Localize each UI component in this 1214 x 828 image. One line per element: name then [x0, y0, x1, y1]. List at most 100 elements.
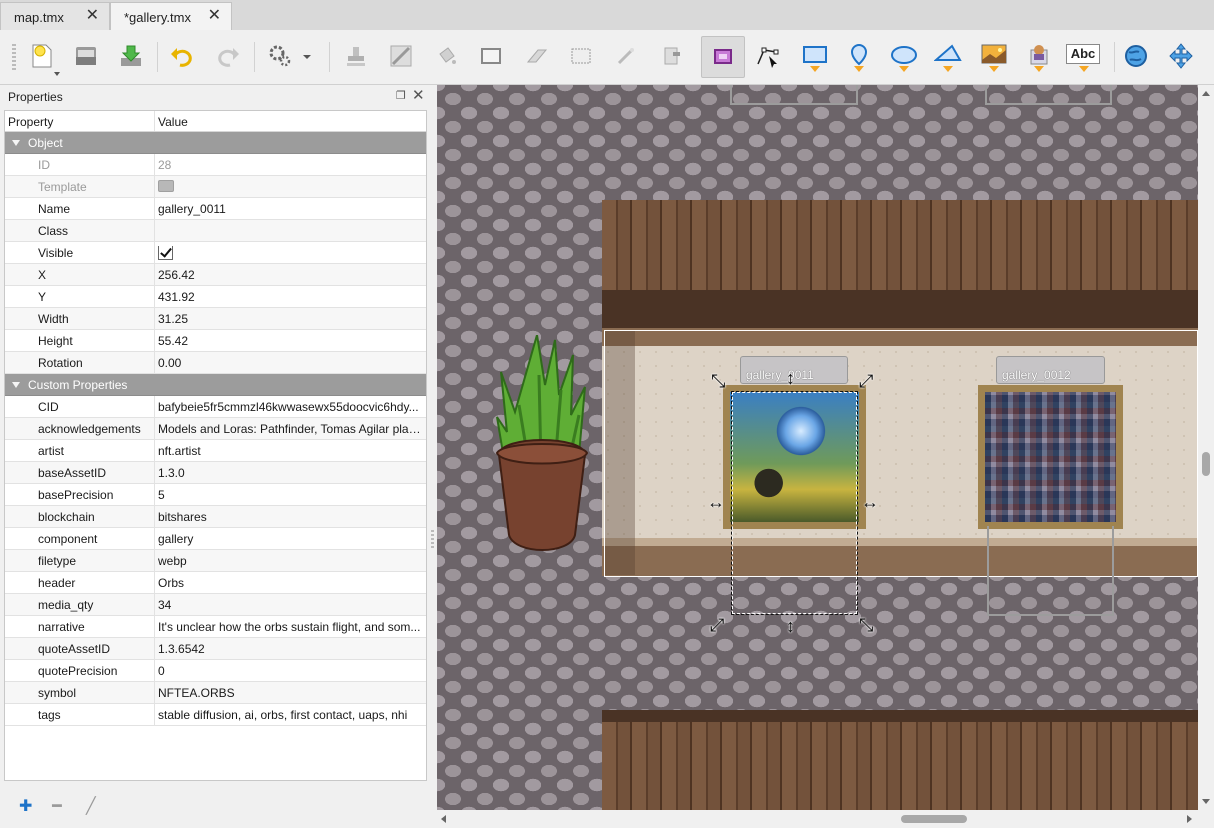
table-row[interactable]: header Orbs: [5, 572, 426, 594]
terrain-brush-button[interactable]: [387, 42, 415, 70]
object-label-gallery-0012[interactable]: gallery_0012: [996, 356, 1105, 384]
open-file-button[interactable]: [72, 42, 100, 70]
chevron-down-icon[interactable]: [989, 66, 999, 72]
horizontal-scrollbar[interactable]: [437, 810, 1198, 828]
remove-property-icon[interactable]: ━: [52, 796, 62, 816]
table-row[interactable]: symbol NFTEA.ORBS: [5, 682, 426, 704]
table-row[interactable]: component gallery: [5, 528, 426, 550]
table-row[interactable]: narrative It's unclear how the orbs susta…: [5, 616, 426, 638]
resize-handle-nw-icon[interactable]: ⤡: [711, 372, 725, 390]
table-row[interactable]: filetype webp: [5, 550, 426, 572]
add-property-icon[interactable]: ✚: [19, 796, 32, 816]
undo-button[interactable]: [168, 42, 196, 70]
shape-fill-button[interactable]: [477, 42, 505, 70]
magic-wand-button[interactable]: [612, 42, 640, 70]
resize-handle-w-icon[interactable]: ↔: [707, 493, 725, 511]
table-row[interactable]: quotePrecision 0: [5, 660, 426, 682]
close-icon[interactable]: ✕: [86, 8, 99, 24]
resize-handle-n-icon[interactable]: ↕: [786, 369, 795, 387]
table-row[interactable]: Y 431.92: [5, 286, 426, 308]
rectangular-select-button[interactable]: [567, 42, 595, 70]
chevron-down-icon[interactable]: [54, 72, 60, 76]
table-row[interactable]: Visible: [5, 242, 426, 264]
world-tool-button[interactable]: [1122, 42, 1150, 70]
close-icon[interactable]: ✕: [412, 86, 425, 104]
scroll-down-icon[interactable]: [1202, 799, 1210, 804]
scroll-right-icon[interactable]: [1187, 815, 1192, 823]
close-icon[interactable]: ✕: [208, 8, 221, 24]
resize-handle-ne-icon[interactable]: ⤢: [859, 372, 873, 390]
table-row[interactable]: Rotation 0.00: [5, 352, 426, 374]
map-canvas[interactable]: gallery_0011 ⤡ ↕ ⤢ ↔ ↔ ⤢ ↕ ⤡ gallery_001…: [437, 85, 1198, 810]
tab-map-tmx[interactable]: map.tmx ✕: [0, 2, 110, 30]
table-row[interactable]: ID 28: [5, 154, 426, 176]
table-row[interactable]: quoteAssetID 1.3.6542: [5, 638, 426, 660]
toolbar-separator: [329, 42, 330, 72]
stamp-brush-button[interactable]: [342, 42, 370, 70]
resize-handle-se-icon[interactable]: ⤡: [859, 616, 873, 634]
vertical-scrollbar[interactable]: [1198, 85, 1214, 810]
table-row[interactable]: acknowledgements Models and Loras: Pathfi…: [5, 418, 426, 440]
float-panel-icon[interactable]: ❐: [396, 89, 406, 102]
table-row[interactable]: CID bafybeie5fr5cmmzl46kwwasewx55doocvic6…: [5, 396, 426, 418]
chevron-down-icon[interactable]: [899, 66, 909, 72]
table-row[interactable]: Name gallery_0011: [5, 198, 426, 220]
chevron-down-icon[interactable]: [1034, 66, 1044, 72]
gallery-frame-0012[interactable]: [978, 385, 1123, 529]
edit-polygons-button[interactable]: [754, 42, 782, 70]
chevron-down-icon[interactable]: [303, 55, 311, 59]
chevron-down-icon[interactable]: [854, 66, 864, 72]
resize-handle-e-icon[interactable]: ↔: [861, 493, 879, 511]
chevron-down-icon[interactable]: [12, 140, 20, 146]
object-properties: ID 28 Template Name gallery_0011 Class Vis…: [5, 154, 426, 374]
properties-table: Property Value Object ID 28 Template Name…: [4, 110, 427, 781]
chevron-down-icon[interactable]: [810, 66, 820, 72]
map-object-outline[interactable]: [985, 85, 1112, 105]
move-arrows-icon: [1169, 43, 1193, 69]
table-row[interactable]: blockchain bitshares: [5, 506, 426, 528]
table-row[interactable]: basePrecision 5: [5, 484, 426, 506]
map-object-outline[interactable]: [987, 526, 1114, 616]
table-row[interactable]: Template: [5, 176, 426, 198]
scroll-left-icon[interactable]: [441, 815, 446, 823]
select-objects-icon: [714, 49, 732, 64]
visible-checkbox[interactable]: [158, 246, 173, 260]
select-objects-button[interactable]: [701, 36, 745, 78]
column-header-property[interactable]: Property: [8, 115, 53, 129]
save-button[interactable]: [117, 42, 145, 70]
table-row[interactable]: X 256.42: [5, 264, 426, 286]
bucket-fill-button[interactable]: [432, 42, 460, 70]
eraser-button[interactable]: [522, 42, 550, 70]
resize-handle-s-icon[interactable]: ↕: [786, 617, 795, 635]
scroll-thumb[interactable]: [901, 815, 967, 823]
potted-plant-sprite[interactable]: [479, 334, 605, 580]
select-same-tile-button[interactable]: [657, 42, 685, 70]
table-row[interactable]: tags stable diffusion, ai, orbs, first co…: [5, 704, 426, 726]
magic-wand-icon: [617, 48, 634, 65]
table-row[interactable]: Height 55.42: [5, 330, 426, 352]
table-row[interactable]: baseAssetID 1.3.0: [5, 462, 426, 484]
resize-handle-sw-icon[interactable]: ⤢: [710, 616, 724, 634]
rename-property-icon[interactable]: ╱: [86, 796, 96, 816]
table-row[interactable]: Width 31.25: [5, 308, 426, 330]
column-header-value[interactable]: Value: [158, 115, 188, 129]
redo-button[interactable]: [214, 42, 242, 70]
group-object[interactable]: Object: [5, 132, 426, 154]
move-tool-button[interactable]: [1167, 42, 1195, 70]
table-row[interactable]: media_qty 34: [5, 594, 426, 616]
chevron-down-icon[interactable]: [1079, 66, 1089, 72]
commands-button[interactable]: [266, 42, 294, 70]
map-object-outline[interactable]: [730, 85, 858, 105]
wood-wall-top: [602, 710, 1198, 722]
scroll-thumb[interactable]: [1202, 452, 1210, 476]
scroll-up-icon[interactable]: [1202, 91, 1210, 96]
selection-box[interactable]: [731, 391, 858, 615]
toolbar-grip[interactable]: [12, 44, 16, 70]
table-row[interactable]: Class: [5, 220, 426, 242]
table-row[interactable]: artist nft.artist: [5, 440, 426, 462]
new-map-button[interactable]: [28, 42, 56, 70]
chevron-down-icon[interactable]: [943, 66, 953, 72]
chevron-down-icon[interactable]: [12, 382, 20, 388]
group-custom-properties[interactable]: Custom Properties: [5, 374, 426, 396]
tab-gallery-tmx[interactable]: *gallery.tmx ✕: [110, 2, 232, 31]
